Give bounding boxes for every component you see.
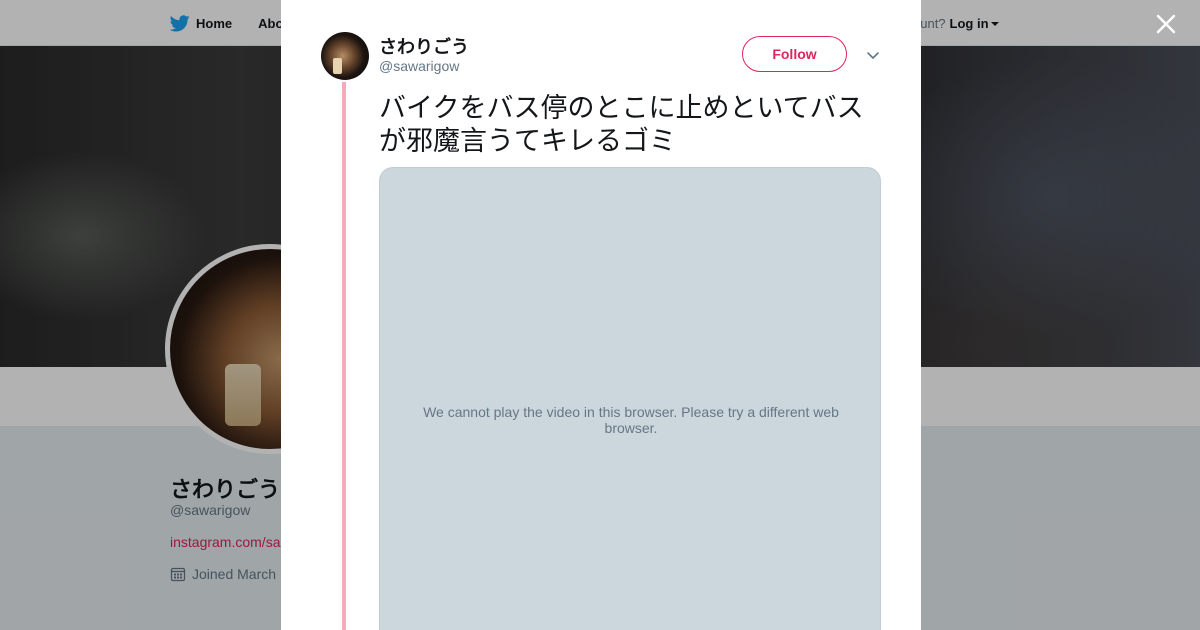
- tweet-author-handle[interactable]: @sawarigow: [379, 58, 459, 74]
- tweet-text: バイクをバス停のとこに止めといてバスが邪魔言うてキレるゴミ: [379, 93, 864, 157]
- video-player[interactable]: We cannot play the video in this browser…: [379, 167, 881, 630]
- close-icon: [1156, 14, 1176, 34]
- chevron-down-icon: [867, 52, 879, 59]
- tweet-menu-button[interactable]: [865, 47, 881, 63]
- thread-line: [342, 82, 346, 630]
- avatar-photo-detail: [333, 58, 342, 74]
- tweet-author-name[interactable]: さわりごう: [379, 33, 469, 59]
- follow-button[interactable]: Follow: [742, 36, 847, 72]
- video-unsupported-message: We cannot play the video in this browser…: [423, 404, 839, 436]
- close-button[interactable]: [1154, 12, 1178, 36]
- tweet-author-avatar[interactable]: [321, 32, 369, 80]
- tweet-modal: さわりごう @sawarigow Follow バイクをバス停のとこに止めといて…: [281, 0, 921, 630]
